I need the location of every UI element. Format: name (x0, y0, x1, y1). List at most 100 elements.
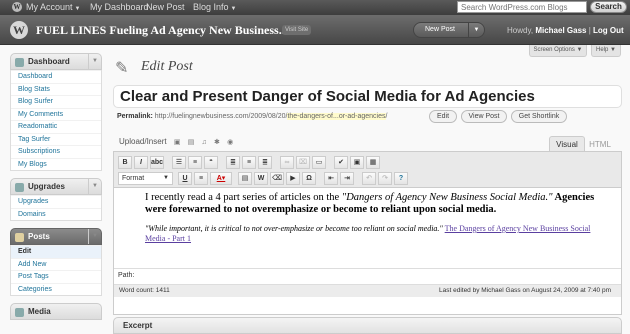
sidebar-item-tag-surfer[interactable]: Tag Surfer (11, 132, 101, 146)
upgrades-icon (15, 183, 24, 192)
permalink-slug[interactable]: the-dangers-of...or-ad-agencies (287, 113, 386, 120)
sidebar-item-upgrades[interactable]: Upgrades (11, 195, 101, 208)
post-editor: B I abc ☰ ≡ “ ≣ ≡ ≣ ∞ ⌧ ▭ ✔ ▣ ▦ Format ▼ … (113, 151, 622, 315)
align-left-icon[interactable]: ≣ (226, 156, 240, 169)
menu-toggle-icon[interactable]: ▼ (88, 229, 101, 244)
blog-search-input[interactable] (457, 1, 587, 13)
submenu-posts: Edit Add New Post Tags Categories (10, 245, 102, 296)
content-italic: "Dangers of Agency New Business Social M… (341, 192, 553, 203)
blockquote-icon[interactable]: “ (204, 156, 218, 169)
blog-search-button[interactable]: Search (590, 1, 627, 13)
wordpress-mini-icon[interactable]: W (12, 2, 22, 12)
add-image-icon[interactable]: ▣ (174, 138, 181, 146)
editor-content[interactable]: I recently read a 4 part series of artic… (114, 189, 621, 268)
spellcheck-icon[interactable]: ✔ (334, 156, 348, 169)
sidebar-item-blog-surfer[interactable]: Blog Surfer (11, 95, 101, 108)
sidebar-item-post-tags[interactable]: Post Tags (11, 270, 101, 283)
submenu-dashboard: Dashboard Blog Stats Blog Surfer My Comm… (10, 70, 102, 171)
content-text: I recently read a 4 part series of artic… (145, 192, 342, 203)
bullet-list-icon[interactable]: ☰ (172, 156, 186, 169)
help-tab[interactable]: Help ▼ (591, 45, 621, 57)
separator: | (588, 26, 591, 35)
sidebar-item-readomattic[interactable]: Readomattic (11, 120, 101, 133)
sidebar-item-dashboard[interactable]: Dashboard (11, 70, 101, 83)
text-color-icon[interactable]: A▾ (210, 172, 232, 185)
new-post-link[interactable]: New Post (146, 2, 185, 12)
user-name-link[interactable]: Michael Gass (535, 26, 586, 35)
fullscreen-icon[interactable]: ▣ (350, 156, 364, 169)
screen-options-label: Screen Options (533, 47, 575, 53)
permalink-row: Permalink: http://fuelingnewbusiness.com… (117, 113, 387, 120)
get-shortlink-button[interactable]: Get Shortlink (511, 110, 567, 123)
embed-media-icon[interactable]: ▶ (286, 172, 300, 185)
editor-toolbar: B I abc ☰ ≡ “ ≣ ≡ ≣ ∞ ⌧ ▭ ✔ ▣ ▦ Format ▼ … (114, 152, 621, 188)
remove-format-icon[interactable]: ⌫ (270, 172, 284, 185)
help-icon[interactable]: ? (394, 172, 408, 185)
site-title[interactable]: FUEL LINES Fueling Ad Agency New Busines… (36, 23, 288, 38)
edit-permalink-button[interactable]: Edit (429, 110, 457, 123)
menu-upgrades-label: Upgrades (28, 182, 65, 191)
permalink-label: Permalink: (117, 113, 153, 120)
italic-icon[interactable]: I (134, 156, 148, 169)
format-select[interactable]: Format ▼ (118, 172, 173, 185)
strikethrough-icon[interactable]: abc (150, 156, 164, 169)
indent-icon[interactable]: ⇥ (340, 172, 354, 185)
pushpin-icon (15, 233, 24, 242)
sidebar-item-categories[interactable]: Categories (11, 282, 101, 296)
kitchen-sink-icon[interactable]: ▦ (366, 156, 380, 169)
visit-site-button[interactable]: Visit Site (282, 25, 312, 35)
post-title-input[interactable]: Clear and Present Danger of Social Media… (113, 85, 622, 108)
word-count: Word count: 1411 (119, 287, 170, 294)
dropdown-arrow-icon: ▼ (163, 175, 169, 181)
logout-link[interactable]: Log Out (593, 26, 624, 35)
underline-icon[interactable]: U (178, 172, 192, 185)
paste-word-icon[interactable]: W (254, 172, 268, 185)
sidebar-item-blog-stats[interactable]: Blog Stats (11, 82, 101, 96)
permalink-base: http://fuelingnewbusiness.com/2009/08/20… (154, 113, 288, 120)
menu-upgrades[interactable]: Upgrades ▼ (10, 178, 102, 195)
redo-icon[interactable]: ↷ (378, 172, 392, 185)
excerpt-box-header[interactable]: Excerpt (113, 317, 622, 334)
menu-toggle-icon[interactable]: ▼ (88, 54, 101, 69)
paste-text-icon[interactable]: ▤ (238, 172, 252, 185)
sidebar-item-domains[interactable]: Domains (11, 207, 101, 221)
menu-toggle-icon[interactable]: ▼ (88, 179, 101, 194)
tab-visual[interactable]: Visual (549, 136, 585, 151)
sidebar-item-my-blogs[interactable]: My Blogs (11, 157, 101, 171)
sidebar-item-edit[interactable]: Edit (11, 245, 101, 258)
numbered-list-icon[interactable]: ≡ (188, 156, 202, 169)
align-right-icon[interactable]: ≣ (258, 156, 272, 169)
howdy-text: Howdy, (507, 26, 534, 35)
menu-media[interactable]: Media (10, 303, 102, 320)
view-post-button[interactable]: View Post (461, 110, 507, 123)
insert-link-icon[interactable]: ∞ (280, 156, 294, 169)
add-video-icon[interactable]: ▤ (188, 138, 195, 146)
sidebar-item-add-new[interactable]: Add New (11, 257, 101, 271)
menu-posts[interactable]: Posts ▼ (10, 228, 102, 245)
undo-icon[interactable]: ↶ (362, 172, 376, 185)
screen-options-tab[interactable]: Screen Options ▼ (529, 45, 587, 57)
sidebar-item-subscriptions[interactable]: Subscriptions (11, 145, 101, 158)
favorite-actions-button[interactable]: New Post ▼ (413, 22, 485, 38)
tab-html[interactable]: HTML (587, 138, 613, 151)
menu-dashboard[interactable]: Dashboard ▼ (10, 53, 102, 70)
dropdown-arrow-icon[interactable]: ▼ (468, 23, 484, 37)
bold-icon[interactable]: B (118, 156, 132, 169)
page-title: Edit Post (141, 59, 193, 74)
add-poll-icon[interactable]: ✱ (214, 138, 220, 146)
add-audio-icon[interactable]: ♫ (202, 139, 207, 146)
my-dashboard-link[interactable]: My Dashboard (90, 2, 149, 12)
editor-path-bar: Path: (114, 268, 621, 284)
outdent-icon[interactable]: ⇤ (324, 172, 338, 185)
unlink-icon[interactable]: ⌧ (296, 156, 310, 169)
blog-info-menu[interactable]: Blog Info ▼ (193, 2, 236, 12)
format-select-label: Format (122, 175, 145, 182)
align-center-icon[interactable]: ≡ (242, 156, 256, 169)
special-char-icon[interactable]: Ω (302, 172, 316, 185)
add-media-icon[interactable]: ◉ (227, 138, 233, 146)
user-greeting: Howdy, Michael Gass | Log Out (507, 26, 624, 35)
sidebar-item-my-comments[interactable]: My Comments (11, 107, 101, 121)
my-account-menu[interactable]: My Account ▼ (26, 2, 80, 12)
justify-icon[interactable]: ≡ (194, 172, 208, 185)
more-tag-icon[interactable]: ▭ (312, 156, 326, 169)
